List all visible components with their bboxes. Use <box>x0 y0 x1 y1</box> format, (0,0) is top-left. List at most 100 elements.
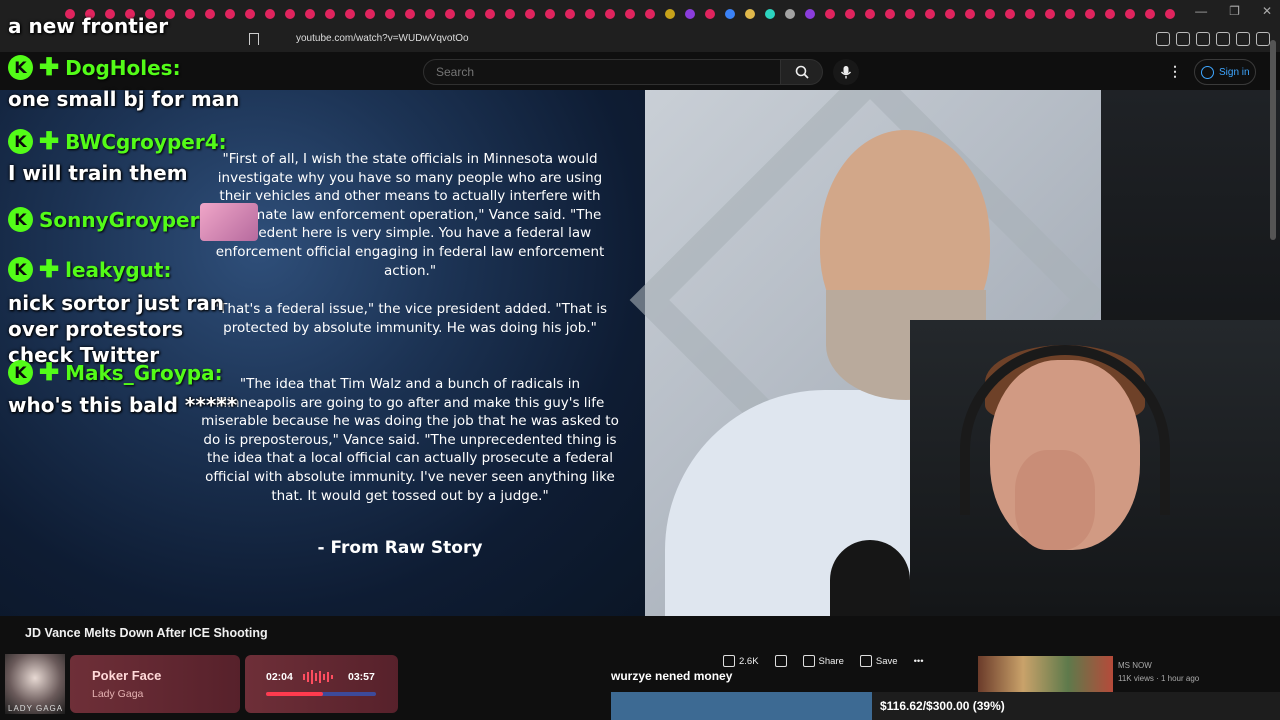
tab-favicon-icon[interactable] <box>780 6 800 22</box>
extension-icon[interactable] <box>1236 32 1250 46</box>
tab-favicon-icon[interactable] <box>960 6 980 22</box>
like-count: 2.6K <box>739 655 759 667</box>
extension-icon[interactable] <box>1216 32 1230 46</box>
maximize-icon[interactable]: ❐ <box>1229 4 1240 18</box>
tab-favicon-icon[interactable] <box>560 6 580 22</box>
recommended-channel[interactable]: MS NOW <box>1118 661 1152 670</box>
song-artist: Lady Gaga <box>92 688 144 700</box>
tab-favicon-icon[interactable] <box>660 6 680 22</box>
tab-favicon-icon[interactable] <box>1160 6 1180 22</box>
tab-favicon-icon[interactable] <box>380 6 400 22</box>
extension-icon[interactable] <box>1176 32 1190 46</box>
tab-favicon-icon[interactable] <box>440 6 460 22</box>
tab-favicon-icon[interactable] <box>340 6 360 22</box>
tab-favicon-icon[interactable] <box>820 6 840 22</box>
tab-favicon-icon[interactable] <box>1120 6 1140 22</box>
tab-favicon-icon[interactable] <box>1140 6 1160 22</box>
goal-label: wurzye nened money <box>611 669 733 683</box>
share-button[interactable]: Share <box>799 652 848 670</box>
tab-favicon-icon[interactable] <box>520 6 540 22</box>
tab-favicon-icon[interactable] <box>460 6 480 22</box>
tab-favicon-icon[interactable] <box>200 6 220 22</box>
tab-favicon-icon[interactable] <box>840 6 860 22</box>
tab-favicon-icon[interactable] <box>240 6 260 22</box>
current-time: 02:04 <box>266 671 293 683</box>
now-playing-card <box>70 655 240 713</box>
dislike-button[interactable] <box>771 652 791 670</box>
more-horizontal-icon: ••• <box>913 655 924 667</box>
sign-in-label: Sign in <box>1219 66 1250 78</box>
more-actions-button[interactable]: ••• <box>910 652 928 670</box>
recommended-thumbnail[interactable] <box>978 656 1113 692</box>
screen: — ❐ ✕ youtube.com/watch?v=WUDwVqvotOo ⋮ <box>0 0 1280 720</box>
tab-favicon-icon[interactable] <box>260 6 280 22</box>
chat-line: K SonnyGroyper: <box>8 207 207 232</box>
article-paragraph: "The idea that Tim Walz and a bunch of r… <box>201 376 619 504</box>
tab-favicon-icon[interactable] <box>600 6 620 22</box>
tab-favicon-icon[interactable] <box>280 6 300 22</box>
tab-favicon-icon[interactable] <box>480 6 500 22</box>
tab-favicon-icon[interactable] <box>740 6 760 22</box>
minimize-icon[interactable]: — <box>1195 4 1207 18</box>
address-bar: youtube.com/watch?v=WUDwVqvotOo <box>0 28 1280 52</box>
chat-username: Maks_Groypa: <box>65 360 223 385</box>
tab-favicon-icon[interactable] <box>1080 6 1100 22</box>
page-scrollbar[interactable] <box>1270 40 1276 240</box>
tab-favicon-icon[interactable] <box>920 6 940 22</box>
chat-username: DogHoles: <box>65 55 181 80</box>
save-button[interactable]: Save <box>856 652 902 670</box>
tab-favicon-icon[interactable] <box>500 6 520 22</box>
chat-message-text: nick sortor just ran over protestors che… <box>8 291 224 367</box>
tab-favicon-icon[interactable] <box>1000 6 1020 22</box>
tab-favicon-icon[interactable] <box>1060 6 1080 22</box>
tab-favicon-icon[interactable] <box>900 6 920 22</box>
tab-favicon-icon[interactable] <box>220 6 240 22</box>
song-progress-fill <box>266 692 324 696</box>
chat-emote-image <box>200 203 258 241</box>
tab-favicon-icon[interactable] <box>720 6 740 22</box>
tab-favicon-icon[interactable] <box>1100 6 1120 22</box>
tab-favicon-icon[interactable] <box>540 6 560 22</box>
extension-icons <box>1156 32 1270 46</box>
kick-badge-icon: K <box>8 55 33 80</box>
search-button[interactable] <box>781 59 823 85</box>
sign-in-button[interactable]: Sign in <box>1194 59 1256 85</box>
extension-icon[interactable] <box>1196 32 1210 46</box>
tab-favicon-icon[interactable] <box>1040 6 1060 22</box>
tab-favicon-icon[interactable] <box>800 6 820 22</box>
thumbs-down-icon <box>774 655 787 667</box>
tab-favicon-icon[interactable] <box>320 6 340 22</box>
chat-username: SonnyGroyper: <box>39 207 208 232</box>
kick-badge-icon: K <box>8 257 33 282</box>
menu-icon[interactable] <box>1256 32 1270 46</box>
more-options-icon[interactable]: ⋮ <box>1168 64 1182 78</box>
tab-favicon-icon[interactable] <box>580 6 600 22</box>
tab-favicon-icon[interactable] <box>680 6 700 22</box>
url-text[interactable]: youtube.com/watch?v=WUDwVqvotOo <box>296 33 469 44</box>
extension-icon[interactable] <box>1156 32 1170 46</box>
chat-message-text: a new frontier <box>8 14 169 38</box>
tab-favicon-icon[interactable] <box>360 6 380 22</box>
plus-badge-icon: ✚ <box>39 127 60 155</box>
voice-search-button[interactable] <box>833 59 859 85</box>
tab-favicon-icon[interactable] <box>300 6 320 22</box>
tab-favicon-icon[interactable] <box>700 6 720 22</box>
tab-favicon-icon[interactable] <box>940 6 960 22</box>
tab-favicon-icon[interactable] <box>880 6 900 22</box>
tab-favicon-icon[interactable] <box>400 6 420 22</box>
like-button[interactable]: 2.6K <box>719 652 763 670</box>
tab-favicon-icon[interactable] <box>180 6 200 22</box>
recommended-meta: 11K views · 1 hour ago <box>1118 674 1200 683</box>
tab-favicon-icon[interactable] <box>420 6 440 22</box>
tab-favicon-icon[interactable] <box>860 6 880 22</box>
bookmark-icon[interactable] <box>249 33 259 45</box>
tab-favicon-icon[interactable] <box>640 6 660 22</box>
tab-favicon-icon[interactable] <box>980 6 1000 22</box>
tab-favicon-icon[interactable] <box>620 6 640 22</box>
browser-tab-strip: — ❐ ✕ <box>0 0 1280 28</box>
search-box <box>423 59 781 85</box>
tab-favicon-icon[interactable] <box>1020 6 1040 22</box>
tab-favicon-icon[interactable] <box>760 6 780 22</box>
search-input[interactable] <box>424 60 780 84</box>
close-icon[interactable]: ✕ <box>1262 4 1272 18</box>
